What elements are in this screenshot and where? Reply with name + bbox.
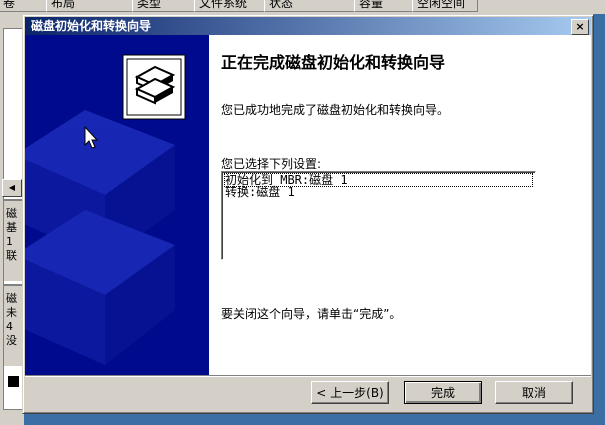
column-type[interactable]: 类型	[132, 0, 196, 12]
disk-0-size: 1	[6, 235, 13, 248]
back-button[interactable]: < 上一步(B)	[311, 381, 389, 404]
disk-0-status: 联	[6, 249, 17, 262]
column-volume[interactable]: 卷	[0, 0, 48, 12]
disk-1-type: 未	[6, 306, 17, 319]
unallocated-legend-swatch	[8, 376, 19, 387]
column-status[interactable]: 状态	[264, 0, 356, 12]
closing-instruction: 要关闭这个向导，请单击“完成”。	[221, 307, 402, 321]
scroll-left-button[interactable]: ◀	[2, 179, 22, 197]
finish-button[interactable]: 完成	[404, 381, 482, 404]
button-separator	[25, 375, 591, 377]
close-button[interactable]: ×	[571, 19, 589, 35]
wizard-banner	[25, 35, 209, 375]
column-filesystem[interactable]: 文件系统	[194, 0, 266, 12]
settings-label: 您已选择下列设置:	[221, 157, 322, 171]
wizard-heading: 正在完成磁盘初始化和转换向导	[221, 53, 446, 72]
disk-wizard-dialog: 磁盘初始化和转换向导 × 正在完成磁盘初始化和转换向导 您已成功地完成了磁盘初始…	[22, 14, 594, 414]
disk-1-label: 磁	[6, 292, 17, 305]
settings-item: 转换:磁盘 1	[225, 185, 295, 199]
column-layout[interactable]: 布局	[46, 0, 134, 12]
disk-1-status: 没	[6, 334, 17, 347]
disk-1-segment[interactable]: 磁 未 4 没	[4, 284, 24, 366]
cancel-button[interactable]: 取消	[495, 381, 573, 404]
column-capacity[interactable]: 容量	[354, 0, 414, 12]
disk-1-size: 4	[6, 320, 13, 333]
volume-list-header: 卷 布局 类型 文件系统 状态 容量 空闲空间	[0, 0, 605, 14]
column-free-space[interactable]: 空闲空间	[412, 0, 478, 12]
disk-stack-illustration	[25, 35, 209, 375]
disk-icon	[122, 54, 186, 120]
wizard-content: 正在完成磁盘初始化和转换向导 您已成功地完成了磁盘初始化和转换向导。 您已选择下…	[209, 35, 591, 375]
success-message: 您已成功地完成了磁盘初始化和转换向导。	[221, 103, 450, 117]
title-bar[interactable]: 磁盘初始化和转换向导 ×	[25, 17, 591, 35]
disk-map-panel: ◀ 磁 基 1 联 磁 未 4 没	[0, 14, 25, 425]
disk-0-label: 磁	[6, 207, 17, 220]
disk-0-segment[interactable]: 磁 基 1 联	[4, 199, 24, 281]
dialog-title: 磁盘初始化和转换向导	[31, 19, 152, 33]
settings-list[interactable]: 初始化到 MBR:磁盘 1 转换:磁盘 1	[221, 171, 536, 260]
disk-0-type: 基	[6, 221, 17, 234]
